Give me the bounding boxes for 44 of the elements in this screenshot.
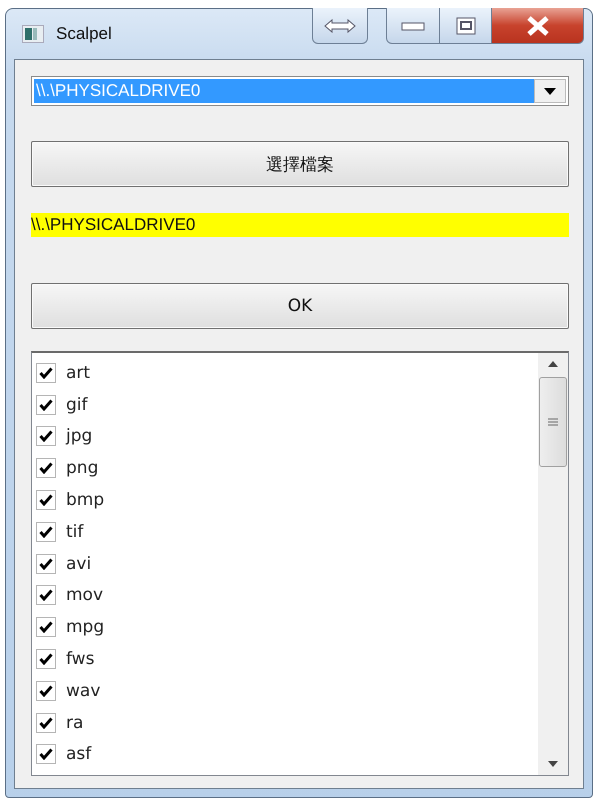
file-type-label: ra [66,712,84,733]
scrollbar[interactable] [538,353,568,775]
checkbox[interactable] [36,362,56,383]
file-type-label: art [66,362,90,383]
file-type-label: avi [66,554,92,574]
file-type-label: wav [66,680,100,701]
maximize-icon [456,16,476,34]
file-type-label: tif [66,522,84,542]
resize-button[interactable] [312,8,368,44]
checkbox[interactable] [36,554,56,574]
file-type-label: asf [66,744,92,764]
close-icon [526,16,550,36]
checkbox[interactable] [36,617,56,638]
file-type-label: fws [66,649,94,670]
window-title: Scalpel [56,24,112,44]
checkbox[interactable] [36,458,56,478]
scroll-thumb[interactable] [539,377,567,467]
file-type-label: gif [66,394,88,415]
file-type-label: png [66,458,98,478]
dropdown-arrow-icon [544,88,556,94]
choose-file-button[interactable]: 選擇檔案 [31,141,569,187]
selected-path-label: \\.\PHYSICALDRIVE0 [31,213,569,237]
checkbox[interactable] [36,712,56,733]
file-type-label: mov [66,585,104,606]
checkbox[interactable] [36,522,56,542]
checkbox[interactable] [36,744,56,764]
scroll-down-icon[interactable] [548,761,558,767]
double-arrow-icon [323,18,357,34]
checkbox[interactable] [36,585,56,606]
checkbox[interactable] [36,649,56,670]
checkbox[interactable] [36,680,56,701]
minimize-icon [401,20,425,30]
ok-button[interactable]: OK [31,283,569,329]
file-type-label: bmp [66,490,104,510]
file-type-label: mpg [66,617,104,638]
checkbox[interactable] [36,394,56,415]
file-type-label: jpg [66,426,92,446]
app-icon [22,25,44,43]
minimize-button[interactable] [386,8,440,44]
maximize-button[interactable] [440,8,492,44]
checkbox[interactable] [36,426,56,446]
close-button[interactable] [492,8,584,44]
checkbox[interactable] [36,490,56,510]
scroll-up-icon[interactable] [548,361,558,367]
